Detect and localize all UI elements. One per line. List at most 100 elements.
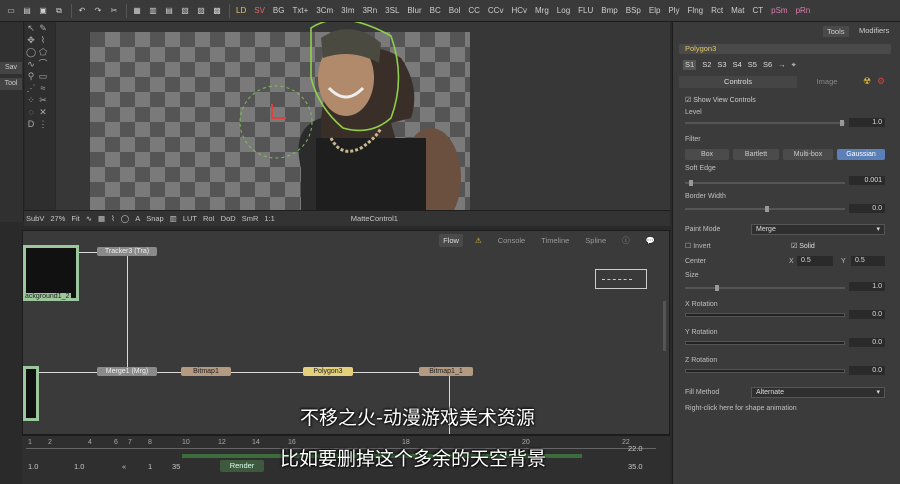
toolbar-button-3rn[interactable]: 3Rn: [359, 3, 380, 19]
toolbar-button-flu[interactable]: FLU: [575, 3, 596, 19]
invert-checkbox[interactable]: ☐ Invert: [685, 242, 711, 250]
center-x-field[interactable]: 0.5: [797, 256, 833, 266]
left-node-thumbnail[interactable]: [23, 366, 39, 421]
delete-point-icon[interactable]: ✕: [38, 107, 48, 117]
y-rotation-value[interactable]: 0.0: [849, 338, 885, 347]
toolbar-button-rct[interactable]: Rct: [708, 3, 726, 19]
step-back-icon[interactable]: «: [122, 462, 126, 471]
toolbar-button-ccv[interactable]: CCv: [485, 3, 507, 19]
warning-icon[interactable]: ⚠: [471, 234, 486, 247]
border-width-value[interactable]: 0.0: [849, 204, 885, 213]
current-frame-field[interactable]: 1: [148, 462, 152, 471]
filter-box-button[interactable]: Box: [685, 149, 729, 160]
pen-icon[interactable]: ✎: [38, 23, 48, 33]
polygon3-node[interactable]: Polygon3: [303, 367, 353, 376]
gear-icon[interactable]: ⚙: [877, 76, 885, 87]
flow-navigator[interactable]: [595, 269, 647, 289]
smr-button[interactable]: SmR: [242, 214, 259, 223]
brush-icon[interactable]: ⌇: [38, 35, 48, 45]
filter-multibox-button[interactable]: Multi-box: [783, 149, 833, 160]
toolbar-button-ld[interactable]: LD: [233, 3, 249, 19]
toolbar-button-ply[interactable]: Ply: [665, 3, 682, 19]
comment-icon[interactable]: 💬: [642, 234, 659, 247]
lut-button[interactable]: LUT: [183, 214, 197, 223]
bitmap1-node[interactable]: Bitmap1: [181, 367, 231, 376]
layout-icon-5[interactable]: ▨: [194, 3, 208, 19]
layout-icon-1[interactable]: ▦: [130, 3, 144, 19]
show-view-controls-checkbox[interactable]: ☑ Show View Controls: [685, 96, 756, 104]
render-end-value[interactable]: 22.0: [628, 444, 643, 453]
subtab-s4[interactable]: S4: [733, 60, 742, 70]
toolbar-button-bg[interactable]: BG: [270, 3, 288, 19]
z-rotation-slider[interactable]: [685, 369, 845, 373]
toolbar-button-flng[interactable]: Flng: [685, 3, 707, 19]
copy-icon[interactable]: ⧉: [52, 3, 66, 19]
wave-tool-icon[interactable]: ≈: [38, 83, 48, 93]
toolbar-button-3im[interactable]: 3Im: [338, 3, 357, 19]
soft-edge-value[interactable]: 0.001: [849, 176, 885, 185]
polygon-tool-icon[interactable]: ⬠: [38, 47, 48, 57]
circle-tool-icon[interactable]: ◯: [26, 47, 36, 57]
y-rotation-slider[interactable]: [685, 341, 845, 345]
subtab-s2[interactable]: S2: [702, 60, 711, 70]
toolbar-button-sv[interactable]: SV: [251, 3, 268, 19]
border-width-slider[interactable]: [685, 206, 845, 212]
layout-icon-3[interactable]: ▤: [162, 3, 176, 19]
toolbar-button-mat[interactable]: Mat: [728, 3, 747, 19]
flow-scrollbar[interactable]: [663, 301, 666, 351]
toolbar-button-ct[interactable]: CT: [749, 3, 766, 19]
level-value[interactable]: 1.0: [849, 118, 885, 127]
snap-button[interactable]: Snap: [146, 214, 164, 223]
dod-button[interactable]: DoD: [221, 214, 236, 223]
tab-flow[interactable]: Flow: [439, 233, 463, 247]
d-tool-icon[interactable]: D: [26, 119, 36, 129]
render-start-field[interactable]: 1.0: [74, 462, 84, 471]
text-a-icon[interactable]: A: [135, 214, 140, 223]
layout-icon-4[interactable]: ▧: [178, 3, 192, 19]
layout-icon-6[interactable]: ▩: [210, 3, 224, 19]
image-viewer[interactable]: [56, 22, 670, 210]
scissor-tool-icon[interactable]: ✂: [38, 95, 48, 105]
zoom-icon[interactable]: ⚲: [26, 71, 36, 81]
toolbar-button-bsp[interactable]: BSp: [623, 3, 644, 19]
new-file-icon[interactable]: ▭: [4, 3, 18, 19]
redo-icon[interactable]: ↷: [91, 3, 105, 19]
toolbar-button-psm[interactable]: pSm: [768, 3, 790, 19]
toolbar-button-txt[interactable]: Txt+: [289, 3, 311, 19]
info-icon[interactable]: ⓘ: [618, 233, 634, 248]
bitmap1-1-node[interactable]: Bitmap1_1: [419, 367, 473, 376]
checker-icon[interactable]: ▦: [98, 214, 105, 223]
subtab-s6[interactable]: S6: [763, 60, 772, 70]
solid-checkbox[interactable]: ☑ Solid: [791, 242, 815, 250]
dashed-circle-icon[interactable]: ◌: [26, 107, 36, 117]
radiation-icon[interactable]: ☢: [863, 76, 871, 87]
sav-tab[interactable]: Sav: [0, 62, 22, 74]
tab-controls[interactable]: Controls: [679, 76, 797, 88]
cut-icon[interactable]: ✂: [107, 3, 121, 19]
end-frame-field[interactable]: 35: [172, 462, 180, 471]
tab-modifiers[interactable]: Modifiers: [859, 26, 889, 35]
point-tool-icon[interactable]: ⋰: [26, 83, 36, 93]
toolbar-button-log[interactable]: Log: [554, 3, 573, 19]
level-slider[interactable]: [685, 120, 845, 126]
zoom-level[interactable]: 27%: [50, 214, 65, 223]
global-end-value[interactable]: 35.0: [628, 462, 643, 471]
node-title-bar[interactable]: Polygon3: [679, 44, 891, 54]
paint-mode-dropdown[interactable]: Merge ▾: [751, 224, 885, 235]
toolbar-button-blur[interactable]: Blur: [404, 3, 424, 19]
brush-icon[interactable]: ⌇: [111, 214, 115, 223]
move-icon[interactable]: ✥: [26, 35, 36, 45]
toolbar-button-3sl[interactable]: 3SL: [382, 3, 402, 19]
x-rotation-slider[interactable]: [685, 313, 845, 317]
circle-icon[interactable]: ◯: [121, 214, 129, 223]
size-value[interactable]: 1.0: [849, 282, 885, 291]
subtab-s1[interactable]: S1: [683, 60, 697, 70]
layout-icon-2[interactable]: ▥: [146, 3, 160, 19]
open-file-icon[interactable]: ▤: [20, 3, 34, 19]
dots-icon[interactable]: ⋮: [38, 119, 48, 129]
color-channel-icon[interactable]: ▥: [170, 214, 177, 223]
double-point-icon[interactable]: ⁘: [26, 95, 36, 105]
bspline-tool-icon[interactable]: ∿: [26, 59, 36, 69]
curve-icon[interactable]: ∿: [86, 214, 92, 223]
subview-button[interactable]: SubV: [26, 214, 44, 223]
